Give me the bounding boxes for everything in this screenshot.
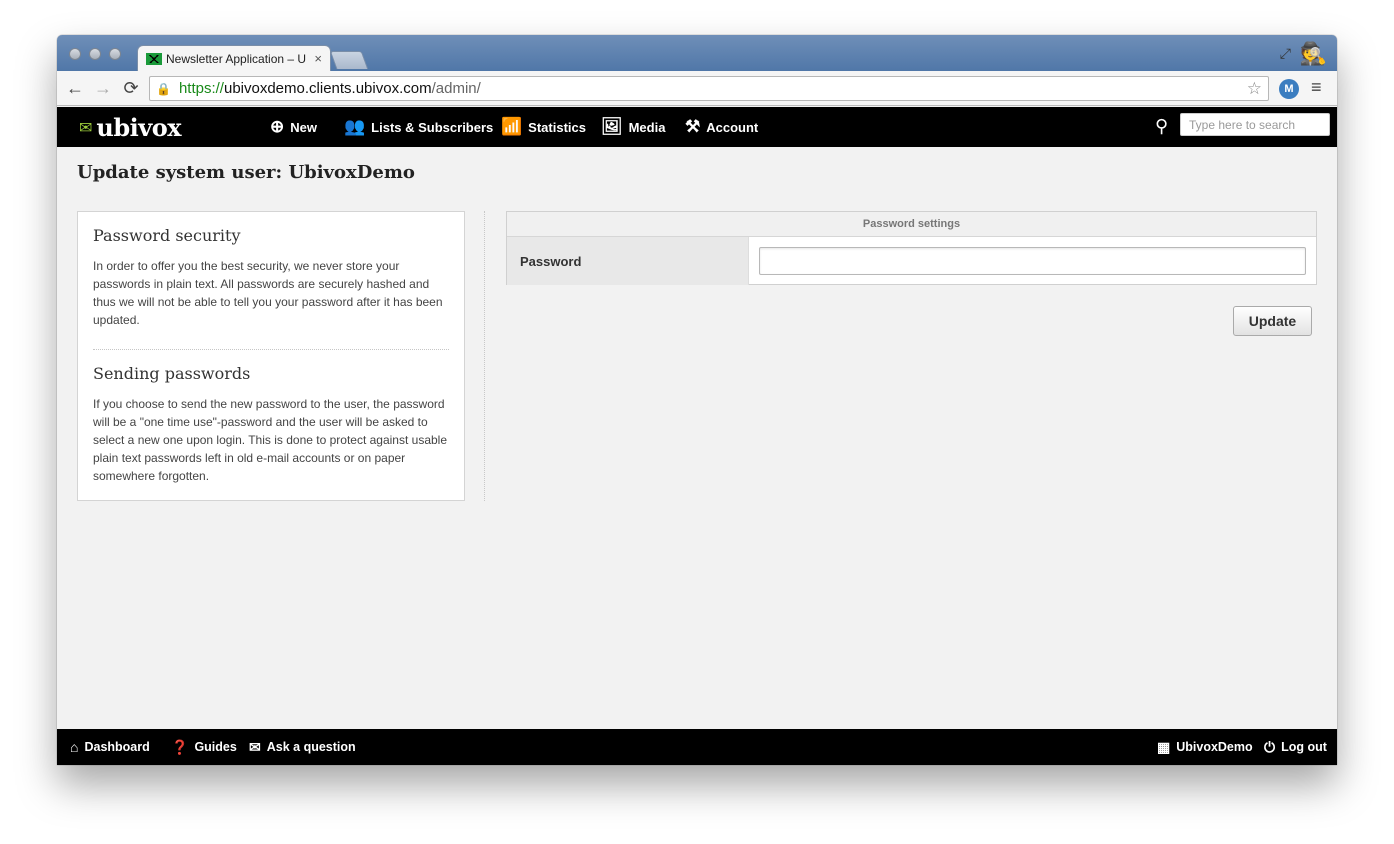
bookmark-star-icon[interactable]: ☆ — [1247, 79, 1262, 99]
info-panel: Password security In order to offer you … — [77, 211, 465, 501]
image-icon: 🖼 — [601, 117, 623, 136]
tab-strip: Newsletter Application – U × ⤢ 🕵 — [57, 35, 1337, 71]
password-field-cell — [749, 237, 1316, 285]
minimize-window-button[interactable] — [89, 48, 101, 60]
password-row: Password — [507, 237, 1316, 285]
nav-lists-label: Lists & Subscribers — [371, 119, 494, 135]
footer-ask-link[interactable]: ✉ Ask a question — [249, 729, 356, 765]
app-footer: ⌂ Dashboard ❓ Guides ✉ Ask a question ▦ … — [57, 729, 1337, 765]
fullscreen-icon[interactable]: ⤢ — [1280, 45, 1291, 62]
ubivox-favicon-icon — [146, 52, 162, 65]
footer-ask-label: Ask a question — [266, 740, 356, 754]
url-scheme: https:// — [178, 80, 224, 97]
tab-close-icon[interactable]: × — [314, 51, 322, 66]
nav-account-label: Account — [706, 119, 759, 135]
page-title: Update system user: UbivoxDemo — [77, 162, 415, 183]
power-icon: ⏻ — [1264, 738, 1276, 755]
plus-circle-icon: ⊕ — [270, 117, 285, 136]
envelope-icon: ✉ — [79, 119, 93, 137]
browser-menu-icon[interactable]: ≡ — [1311, 77, 1322, 98]
footer-dashboard-link[interactable]: ⌂ Dashboard — [70, 729, 150, 765]
tab-title: Newsletter Application – U — [166, 51, 307, 66]
nav-media-label: Media — [628, 119, 666, 135]
sending-passwords-heading: Sending passwords — [93, 364, 251, 383]
browser-tab-active[interactable]: Newsletter Application – U × — [137, 45, 331, 71]
help-icon: ❓ — [171, 738, 189, 755]
password-settings-header: Password settings — [507, 212, 1316, 237]
mail-icon: ✉ — [249, 738, 261, 755]
back-arrow-icon[interactable]: ← — [61, 78, 89, 99]
zoom-window-button[interactable] — [109, 48, 121, 60]
password-label: Password — [507, 237, 749, 285]
password-security-heading: Password security — [93, 226, 241, 245]
bar-chart-icon: 📶 — [501, 117, 523, 136]
new-tab-button[interactable] — [329, 51, 369, 69]
ubivox-logo[interactable]: ✉ ubivox — [79, 113, 182, 142]
footer-user-link[interactable]: ▦ UbivoxDemo — [1157, 729, 1253, 765]
main-content: Update system user: UbivoxDemo Password … — [57, 147, 1337, 729]
address-bar[interactable]: 🔒 https:// ubivoxdemo.clients.ubivox.com… — [149, 76, 1269, 101]
building-icon: ▦ — [1157, 738, 1171, 755]
footer-logout-link[interactable]: ⏻ Log out — [1264, 729, 1327, 765]
nav-statistics-label: Statistics — [528, 119, 586, 135]
logo-text: ubivox — [96, 113, 182, 142]
sending-passwords-text: If you choose to send the new password t… — [93, 397, 448, 483]
nav-new[interactable]: ⊕ New — [270, 107, 317, 147]
lock-icon: 🔒 — [156, 81, 171, 96]
nav-media[interactable]: 🖼 Media — [601, 107, 665, 147]
url-host: ubivoxdemo.clients.ubivox.com — [223, 80, 432, 97]
nav-new-label: New — [290, 119, 317, 135]
footer-user-label: UbivoxDemo — [1176, 740, 1253, 754]
browser-toolbar: ← → ⟳ 🔒 https:// ubivoxdemo.clients.ubiv… — [57, 71, 1337, 106]
column-divider — [484, 211, 485, 501]
search-icon[interactable]: ⚲ — [1155, 116, 1168, 137]
tools-icon: ⚒ — [685, 117, 701, 136]
reload-icon[interactable]: ⟳ — [117, 78, 145, 99]
extension-icon[interactable]: M — [1279, 79, 1299, 99]
app-header: ✉ ubivox ⊕ New 👥 Lists & Subscribers 📶 S… — [57, 107, 1337, 147]
footer-guides-link[interactable]: ❓ Guides — [171, 729, 237, 765]
nav-lists-subscribers[interactable]: 👥 Lists & Subscribers — [344, 107, 493, 147]
incognito-icon: 🕵 — [1299, 41, 1327, 66]
home-icon: ⌂ — [70, 739, 79, 755]
nav-account[interactable]: ⚒ Account — [685, 107, 758, 147]
password-settings-panel: Password settings Password — [506, 211, 1317, 285]
url-path: /admin/ — [431, 80, 481, 97]
password-security-text: In order to offer you the best security,… — [93, 259, 443, 327]
users-icon: 👥 — [344, 117, 366, 136]
nav-statistics[interactable]: 📶 Statistics — [501, 107, 586, 147]
update-button[interactable]: Update — [1233, 306, 1312, 336]
footer-guides-label: Guides — [194, 740, 237, 754]
close-window-button[interactable] — [69, 48, 81, 60]
footer-dashboard-label: Dashboard — [84, 740, 150, 754]
search-input[interactable] — [1180, 113, 1330, 136]
footer-logout-label: Log out — [1281, 740, 1327, 754]
password-input[interactable] — [759, 247, 1306, 275]
info-divider — [93, 349, 449, 350]
browser-window: Newsletter Application – U × ⤢ 🕵 ← → ⟳ 🔒… — [57, 35, 1337, 765]
forward-arrow-icon[interactable]: → — [89, 78, 117, 99]
